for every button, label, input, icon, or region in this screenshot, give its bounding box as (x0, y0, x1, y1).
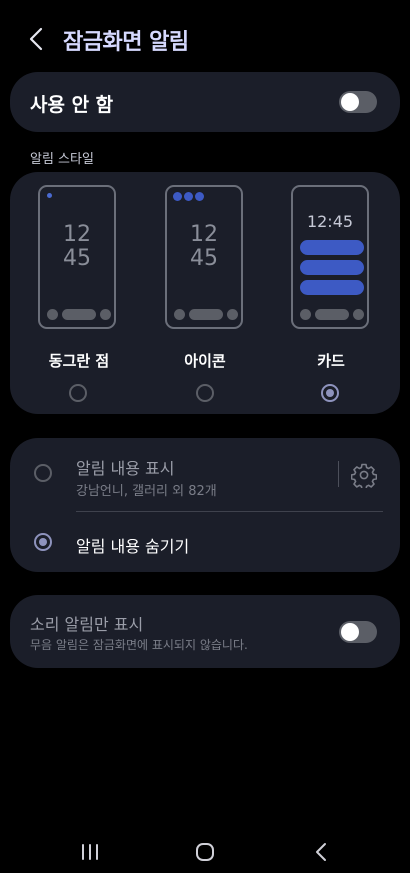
style-preview-dot[interactable]: 12 45 (38, 185, 116, 329)
page-title: 잠금화면 알림 (63, 30, 189, 55)
app-icon-2 (184, 192, 193, 201)
preview-card-2 (300, 260, 364, 275)
style-radio-icon[interactable] (196, 384, 214, 402)
nav-back-button[interactable] (307, 838, 335, 866)
back-icon (316, 843, 326, 861)
back-chevron-icon (29, 27, 43, 51)
sound-only-title: 소리 알림만 표시 (30, 615, 144, 634)
app-icon-1 (173, 192, 182, 201)
preview-clock-minute: 45 (190, 246, 218, 271)
style-radio-dot[interactable] (69, 384, 87, 402)
style-radio-card[interactable] (321, 384, 339, 402)
app-icon-3 (195, 192, 204, 201)
home-button[interactable] (191, 838, 219, 866)
master-toggle-switch[interactable] (339, 91, 377, 113)
settings-button[interactable] (350, 462, 378, 491)
preview-clock: 12:45 (306, 212, 354, 231)
preview-clock-hour: 12 (63, 222, 91, 247)
recent-apps-button[interactable] (76, 838, 104, 866)
preview-card-1 (300, 240, 364, 255)
style-preview-card[interactable]: 12:45 (291, 185, 369, 329)
home-icon (196, 843, 214, 861)
vertical-divider (338, 461, 339, 487)
back-button[interactable] (22, 24, 52, 54)
radio-show-content[interactable] (34, 464, 52, 482)
style-preview-icon[interactable]: 12 45 (165, 185, 243, 329)
section-label-style: 알림 스타일 (30, 152, 94, 167)
option-divider (76, 511, 383, 512)
style-option-label-card: 카드 (317, 352, 345, 370)
style-option-label-icon: 아이콘 (184, 352, 226, 370)
radio-hide-content[interactable] (34, 533, 52, 551)
notification-dot-icon (47, 193, 52, 198)
hide-content-title[interactable]: 알림 내용 숨기기 (76, 533, 189, 557)
show-content-title[interactable]: 알림 내용 표시 (76, 455, 175, 479)
master-toggle-label: 사용 안 함 (30, 94, 114, 116)
sound-only-subtitle: 무음 알림은 잠금화면에 표시되지 않습니다. (30, 638, 248, 652)
gear-icon (350, 463, 378, 491)
sound-only-toggle[interactable] (339, 621, 377, 643)
content-visibility-card (10, 438, 400, 572)
style-option-label-dot: 동그란 점 (48, 352, 110, 370)
recent-apps-icon (82, 844, 98, 860)
preview-card-3 (300, 280, 364, 295)
preview-clock-hour: 12 (190, 222, 218, 247)
preview-clock-minute: 45 (63, 246, 91, 271)
show-content-subtitle: 강남언니, 갤러리 외 82개 (76, 484, 217, 499)
